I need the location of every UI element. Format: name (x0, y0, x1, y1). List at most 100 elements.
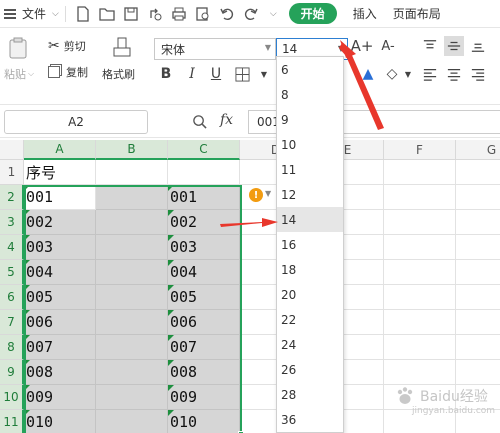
name-box[interactable]: A2 (4, 110, 148, 134)
cell-b8[interactable] (96, 335, 168, 360)
font-size-option[interactable]: 8 (277, 82, 343, 107)
column-header-c[interactable]: C (168, 140, 240, 160)
zoom-icon[interactable] (192, 114, 207, 132)
font-size-option[interactable]: 28 (277, 382, 343, 407)
borders-icon[interactable] (232, 64, 252, 84)
copy-button[interactable]: 复制 (48, 64, 88, 80)
align-left-icon[interactable] (420, 64, 440, 84)
row-header[interactable]: 11 (0, 410, 24, 433)
cell-b9[interactable] (96, 360, 168, 385)
align-center-icon[interactable] (444, 64, 464, 84)
cell-b10[interactable] (96, 385, 168, 410)
quick-access-more-icon[interactable]: ⌵ (270, 9, 277, 19)
row-header[interactable]: 10 (0, 385, 24, 410)
file-menu[interactable]: 文件 ⌵ (0, 0, 59, 28)
font-size-option[interactable]: 22 (277, 307, 343, 332)
bold-button[interactable]: B (156, 64, 176, 84)
new-file-button[interactable] (72, 3, 94, 25)
print-preview-button[interactable] (192, 3, 214, 25)
align-middle-icon[interactable] (444, 36, 464, 56)
cell-a9[interactable]: 008 (24, 360, 96, 385)
font-size-option[interactable]: 18 (277, 257, 343, 282)
cell-b2[interactable] (96, 185, 168, 210)
cell-c11[interactable]: 010 (168, 410, 240, 433)
row-header[interactable]: 3 (0, 210, 24, 235)
column-header-a[interactable]: A (24, 140, 96, 160)
tab-home[interactable]: 开始 (288, 3, 337, 24)
row-header[interactable]: 9 (0, 360, 24, 385)
italic-button[interactable]: I (182, 64, 202, 84)
cell-c1[interactable] (168, 160, 240, 185)
select-all-corner[interactable] (0, 140, 24, 160)
redo-button[interactable] (240, 3, 262, 25)
cell-a8[interactable]: 007 (24, 335, 96, 360)
row-header[interactable]: 8 (0, 335, 24, 360)
cell-c7[interactable]: 006 (168, 310, 240, 335)
align-right-icon[interactable] (468, 64, 488, 84)
row-header[interactable]: 4 (0, 235, 24, 260)
cell-b7[interactable] (96, 310, 168, 335)
export-button[interactable] (144, 3, 166, 25)
cell-b6[interactable] (96, 285, 168, 310)
cut-button[interactable]: ✂ 剪切 (48, 38, 86, 54)
print-button[interactable] (168, 3, 190, 25)
font-name-select[interactable]: 宋体 ▼ (154, 38, 276, 60)
underline-button[interactable]: U (206, 64, 226, 84)
paste-button[interactable]: 粘贴 ⌵ (4, 66, 34, 82)
cell-b11[interactable] (96, 410, 168, 433)
undo-button[interactable] (216, 3, 238, 25)
font-size-option[interactable]: 24 (277, 332, 343, 357)
format-painter-button[interactable]: 格式刷 (102, 66, 135, 82)
cell-a6[interactable]: 005 (24, 285, 96, 310)
grow-font-button[interactable]: A+ (351, 36, 374, 56)
cell-c9[interactable]: 008 (168, 360, 240, 385)
column-header-b[interactable]: B (96, 140, 168, 160)
font-size-option[interactable]: 9 (277, 107, 343, 132)
chevron-down-icon[interactable]: ▼ (265, 189, 271, 198)
cell-c6[interactable]: 005 (168, 285, 240, 310)
tab-page-layout[interactable]: 页面布局 (393, 5, 441, 22)
column-header-g[interactable]: G (456, 140, 500, 160)
font-size-option[interactable]: 11 (277, 157, 343, 182)
align-top-icon[interactable] (420, 36, 440, 56)
fx-button[interactable]: fx (220, 112, 233, 128)
font-size-option[interactable]: 26 (277, 357, 343, 382)
cell-a4[interactable]: 003 (24, 235, 96, 260)
column-header-f[interactable]: F (384, 140, 456, 160)
row-header[interactable]: 1 (0, 160, 24, 185)
chevron-down-icon[interactable]: ▼ (398, 64, 418, 84)
align-bottom-icon[interactable] (468, 36, 488, 56)
cell-a3[interactable]: 002 (24, 210, 96, 235)
cell-c5[interactable]: 004 (168, 260, 240, 285)
cell-a1[interactable]: 序号 (24, 160, 96, 185)
font-size-option[interactable]: 10 (277, 132, 343, 157)
font-size-option[interactable]: 12 (277, 182, 343, 207)
paste-icon[interactable] (6, 34, 34, 62)
chevron-down-icon[interactable]: ▼ (254, 64, 274, 84)
tab-insert[interactable]: 插入 (353, 5, 377, 22)
cell-b1[interactable] (96, 160, 168, 185)
cell-c4[interactable]: 003 (168, 235, 240, 260)
warning-icon[interactable]: ! (249, 188, 263, 202)
font-size-option[interactable]: 16 (277, 232, 343, 257)
row-header[interactable]: 2 (0, 185, 24, 210)
open-button[interactable] (96, 3, 118, 25)
shrink-font-button[interactable]: A- (378, 36, 398, 56)
font-size-option[interactable]: 36 (277, 407, 343, 432)
font-size-option[interactable]: 6 (277, 57, 343, 82)
cell-c2[interactable]: 001 (168, 185, 240, 210)
cell-b4[interactable] (96, 235, 168, 260)
font-size-option[interactable]: 20 (277, 282, 343, 307)
cell-a10[interactable]: 009 (24, 385, 96, 410)
cell-c3[interactable]: 002 (168, 210, 240, 235)
row-header[interactable]: 6 (0, 285, 24, 310)
fill-color-icon[interactable]: ▲ (358, 64, 378, 84)
cell-b5[interactable] (96, 260, 168, 285)
row-header[interactable]: 7 (0, 310, 24, 335)
format-painter-icon[interactable] (104, 34, 140, 62)
font-size-option-selected[interactable]: 14 (277, 207, 343, 232)
cell-b3[interactable] (96, 210, 168, 235)
cell-a11[interactable]: 010 (24, 410, 96, 433)
save-button[interactable] (120, 3, 142, 25)
row-header[interactable]: 5 (0, 260, 24, 285)
